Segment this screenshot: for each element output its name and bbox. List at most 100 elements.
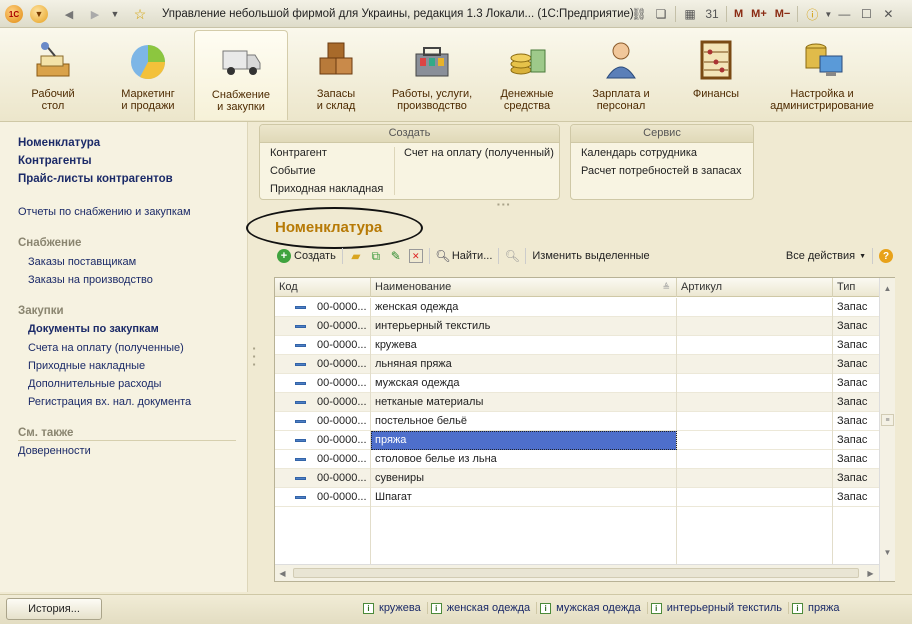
scroll-left-icon[interactable]: ◀ bbox=[275, 565, 290, 581]
table-row[interactable]: 00-0000... столовое белье из льна Запас bbox=[275, 450, 879, 469]
all-actions-menu[interactable]: Все действия ▼ bbox=[783, 246, 869, 266]
history-link-label: кружева bbox=[379, 602, 421, 614]
scroll-right-icon[interactable]: ▶ bbox=[863, 565, 878, 581]
nav-item-counterparties[interactable]: Контрагенты bbox=[18, 155, 92, 167]
change-selected-button[interactable]: Изменить выделенные bbox=[529, 246, 652, 266]
history-link[interactable]: i пряжа bbox=[789, 602, 845, 614]
table-row[interactable]: 00-0000... мужская одежда Запас bbox=[275, 374, 879, 393]
nav-item-tax-doc-registration[interactable]: Регистрация вх. нал. документа bbox=[28, 396, 191, 408]
scroll-down-icon[interactable]: ▼ bbox=[880, 544, 895, 560]
create-button[interactable]: + Создать bbox=[274, 246, 339, 266]
vertical-scrollbar[interactable]: ▲ ≡ ▼ bbox=[879, 278, 895, 581]
table-row[interactable]: 00-0000... постельное бельё Запас bbox=[275, 412, 879, 431]
info-icon[interactable]: ⓘ bbox=[801, 4, 823, 24]
minimize-icon[interactable]: — bbox=[833, 4, 855, 24]
delete-button[interactable]: ✕ bbox=[406, 246, 426, 266]
info-dropdown-icon[interactable]: ▼ bbox=[823, 4, 833, 24]
find-button-label: Найти... bbox=[451, 250, 493, 262]
code-text: 00-0000... bbox=[317, 301, 367, 313]
section-supply[interactable]: Снабжение и закупки bbox=[194, 30, 288, 120]
cell-type: Запас bbox=[837, 472, 868, 484]
item-icon bbox=[295, 401, 306, 404]
favorites-star-icon[interactable]: ☆ bbox=[131, 5, 149, 23]
calculator-icon[interactable]: ▦ bbox=[679, 4, 701, 24]
table-row[interactable]: 00-0000... женская одежда Запас bbox=[275, 298, 879, 317]
link-icon[interactable]: ⛓ bbox=[628, 4, 650, 24]
find-button[interactable]: 🔍︎ Найти... bbox=[433, 246, 496, 266]
main-menu-icon[interactable]: ▼ bbox=[30, 5, 48, 23]
bookmark-icon[interactable]: ❏ bbox=[650, 4, 672, 24]
history-button[interactable]: История... bbox=[6, 598, 102, 620]
empty-row bbox=[275, 545, 879, 564]
cancel-search-button[interactable]: 🔍︎ bbox=[502, 246, 522, 266]
nav-item-price-lists[interactable]: Прайс-листы контрагентов bbox=[18, 173, 173, 185]
table-row[interactable]: 00-0000... нетканые материалы Запас bbox=[275, 393, 879, 412]
section-production[interactable]: Работы, услуги, производство bbox=[384, 30, 480, 120]
section-label: Денежные средства bbox=[500, 88, 554, 112]
section-finance[interactable]: Финансы bbox=[680, 30, 752, 120]
section-inventory[interactable]: Запасы и склад bbox=[298, 30, 374, 120]
history-link[interactable]: i женская одежда bbox=[428, 602, 538, 614]
column-header-name[interactable]: Наименование ≜ bbox=[371, 278, 677, 297]
nav-item-nomenclature[interactable]: Номенклатура bbox=[18, 137, 100, 149]
column-header-code[interactable]: Код bbox=[275, 278, 371, 297]
service-panel: Сервис Календарь сотрудника Расчет потре… bbox=[570, 124, 754, 200]
panel-resize-grip[interactable]: ▪▪▪ bbox=[497, 200, 512, 209]
history-link[interactable]: i кружева bbox=[360, 602, 428, 614]
scroll-up-icon[interactable]: ▲ bbox=[880, 280, 895, 296]
back-arrow-icon[interactable]: ◀ bbox=[60, 5, 78, 23]
horizontal-scrollbar[interactable]: ◀ ▶ bbox=[275, 564, 879, 581]
forward-arrow-icon[interactable]: ▶ bbox=[86, 5, 104, 23]
section-marketing[interactable]: Маркетинг и продажи bbox=[110, 30, 186, 120]
create-invoice-link[interactable]: Счет на оплату (полученный) bbox=[404, 147, 554, 159]
table-row[interactable]: 00-0000... сувениры Запас bbox=[275, 469, 879, 488]
table-row[interactable]: 00-0000... Шпагат Запас bbox=[275, 488, 879, 507]
history-link[interactable]: i мужская одежда bbox=[537, 602, 648, 614]
table-row[interactable]: 00-0000... пряжа Запас bbox=[275, 431, 879, 450]
memory-minus-button[interactable]: M− bbox=[771, 4, 795, 24]
edit-button[interactable]: ✎ bbox=[386, 246, 406, 266]
table-row[interactable]: 00-0000... льняная пряжа Запас bbox=[275, 355, 879, 374]
nav-item-additional-expenses[interactable]: Дополнительные расходы bbox=[28, 378, 161, 390]
memory-plus-button[interactable]: M+ bbox=[747, 4, 771, 24]
info-item-icon: i bbox=[540, 602, 552, 614]
memory-m-button[interactable]: M bbox=[730, 4, 747, 24]
column-header-type[interactable]: Тип bbox=[833, 278, 879, 297]
create-counterparty-link[interactable]: Контрагент bbox=[270, 147, 327, 159]
section-settings[interactable]: Настройка и администрирование bbox=[762, 30, 882, 120]
section-money[interactable]: Денежные средства bbox=[490, 30, 564, 120]
panel-splitter[interactable]: ▪ ▪ ▪ bbox=[251, 345, 257, 369]
nav-item-invoices-received[interactable]: Счета на оплату (полученные) bbox=[28, 342, 184, 354]
nav-item-reports[interactable]: Отчеты по снабжению и закупкам bbox=[18, 206, 191, 218]
history-link[interactable]: i интерьерный текстиль bbox=[648, 602, 790, 614]
horizontal-scroll-thumb[interactable] bbox=[293, 568, 859, 578]
purchases-group-header: Закупки bbox=[18, 305, 64, 317]
section-desktop[interactable]: Рабочий стол bbox=[14, 30, 92, 120]
scroll-thumb[interactable]: ≡ bbox=[881, 414, 894, 426]
help-button[interactable]: ? bbox=[876, 246, 896, 266]
section-salary[interactable]: Зарплата и персонал bbox=[584, 30, 658, 120]
employee-calendar-link[interactable]: Календарь сотрудника bbox=[581, 147, 697, 159]
nav-item-powers-of-attorney[interactable]: Доверенности bbox=[18, 445, 91, 457]
nav-item-purchase-documents[interactable]: Документы по закупкам bbox=[28, 323, 159, 335]
cell-article bbox=[677, 450, 833, 469]
nav-item-supplier-orders[interactable]: Заказы поставщикам bbox=[28, 256, 136, 268]
app-logo-icon[interactable]: 1С bbox=[5, 5, 23, 23]
create-receipt-note-link[interactable]: Приходная накладная bbox=[270, 183, 383, 195]
nav-item-receipt-notes[interactable]: Приходные накладные bbox=[28, 360, 145, 372]
create-folder-button[interactable]: ▰ bbox=[346, 246, 366, 266]
nav-item-production-orders[interactable]: Заказы на производство bbox=[28, 274, 153, 286]
inventory-needs-link[interactable]: Расчет потребностей в запасах bbox=[581, 165, 742, 177]
calendar-icon[interactable]: 31 bbox=[701, 4, 723, 24]
column-header-article[interactable]: Артикул bbox=[677, 278, 833, 297]
table-row[interactable]: 00-0000... интерьерный текстиль Запас bbox=[275, 317, 879, 336]
history-link-label: пряжа bbox=[808, 602, 840, 614]
maximize-icon[interactable]: ☐ bbox=[855, 4, 877, 24]
item-icon bbox=[295, 496, 306, 499]
table-row[interactable]: 00-0000... кружева Запас bbox=[275, 336, 879, 355]
cell-article bbox=[677, 431, 833, 450]
history-dropdown-icon[interactable]: ▼ bbox=[108, 5, 122, 23]
copy-button[interactable]: ⧉ bbox=[366, 246, 386, 266]
create-event-link[interactable]: Событие bbox=[270, 165, 316, 177]
close-icon[interactable]: ✕ bbox=[877, 4, 899, 24]
